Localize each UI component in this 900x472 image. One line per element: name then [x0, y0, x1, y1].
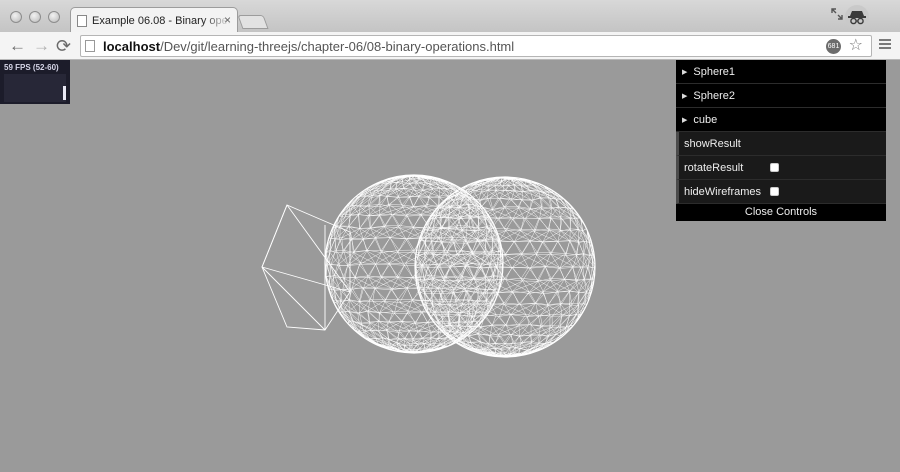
- browser-toolbar: ← → ⟳ localhost/Dev/git/learning-threejs…: [0, 32, 900, 60]
- control-label: rotateResult: [684, 161, 744, 174]
- page-icon: [77, 14, 87, 27]
- browser-tab[interactable]: Example 06.08 - Binary operations ×: [70, 7, 238, 33]
- sphere2-wireframe: [414, 176, 596, 358]
- folder-sphere2[interactable]: ▶ Sphere2: [676, 84, 886, 108]
- folder-label: Sphere1: [693, 65, 735, 78]
- url-host: localhost: [103, 38, 161, 54]
- folder-label: Sphere2: [693, 89, 735, 102]
- tab-strip: Example 06.08 - Binary operations ×: [0, 0, 900, 33]
- rotate-result-control: rotateResult: [676, 156, 886, 180]
- incognito-icon: [845, 5, 869, 29]
- hide-wireframes-control: hideWireframes: [676, 180, 886, 204]
- control-label: showResult: [684, 137, 741, 150]
- back-button[interactable]: ←: [9, 37, 26, 55]
- menu-icon[interactable]: [879, 39, 891, 50]
- rotate-result-checkbox[interactable]: [770, 163, 779, 172]
- folder-sphere1[interactable]: ▶ Sphere1: [676, 60, 886, 84]
- tab-close-icon[interactable]: ×: [224, 13, 231, 27]
- folder-cube[interactable]: ▶ cube: [676, 108, 886, 132]
- folder-label: cube: [693, 113, 718, 126]
- close-controls-button[interactable]: Close Controls: [676, 204, 886, 221]
- url-path: /Dev/git/learning-threejs/chapter-06/08-…: [160, 38, 515, 54]
- bookmark-star-icon[interactable]: ☆: [849, 37, 863, 55]
- triangle-right-icon: ▶: [682, 68, 688, 76]
- controls-panel: ▶ Sphere1 ▶ Sphere2 ▶ cube showResult ro…: [676, 60, 886, 221]
- hide-wireframes-checkbox[interactable]: [770, 187, 779, 196]
- control-label: hideWireframes: [684, 185, 762, 198]
- fullscreen-icon[interactable]: [830, 7, 844, 21]
- forward-button[interactable]: →: [33, 37, 50, 55]
- address-bar[interactable]: localhost/Dev/git/learning-threejs/chapt…: [80, 35, 872, 57]
- triangle-right-icon: ▶: [682, 116, 688, 124]
- tab-title: Example 06.08 - Binary operations: [92, 14, 230, 27]
- zoom-window-button[interactable]: [48, 11, 60, 23]
- url-text[interactable]: localhost/Dev/git/learning-threejs/chapt…: [103, 39, 514, 54]
- close-window-button[interactable]: [10, 11, 22, 23]
- minimize-window-button[interactable]: [29, 11, 41, 23]
- reload-button[interactable]: ⟳: [56, 37, 71, 55]
- show-result-button[interactable]: showResult: [676, 132, 886, 156]
- triangle-right-icon: ▶: [682, 92, 688, 100]
- webgl-viewport[interactable]: 59 FPS (52-60) ▶ Sphere1 ▶ Sphere2 ▶ cub…: [0, 60, 900, 472]
- extension-icon[interactable]: 681: [826, 39, 841, 54]
- new-tab-button[interactable]: [237, 15, 269, 29]
- page-icon: [85, 40, 95, 52]
